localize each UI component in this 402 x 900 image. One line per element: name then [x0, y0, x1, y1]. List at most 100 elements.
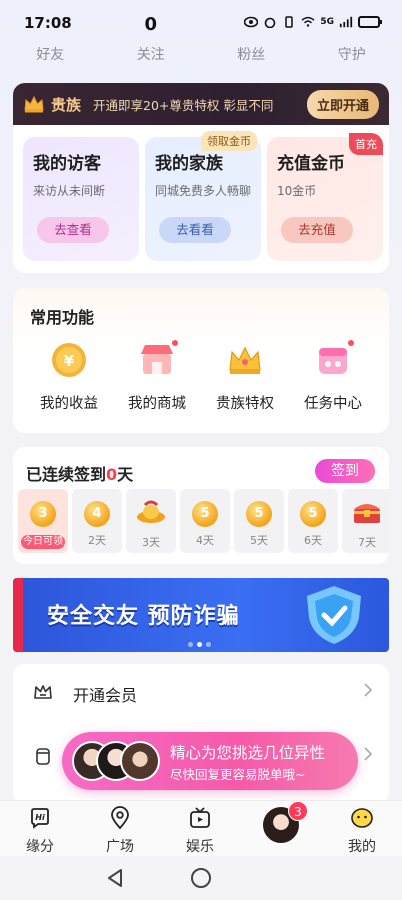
recharge-button[interactable]: 去充值 — [281, 217, 353, 243]
card-subtitle: 来访从未间断 — [33, 184, 106, 198]
svg-text:Hi: Hi — [35, 813, 45, 822]
new-dot — [347, 339, 355, 347]
signin-day[interactable]: 3 今日可领 — [18, 489, 68, 553]
noble-banner[interactable]: 贵族 开通即享20+尊贵特权 彰显不同 立即开通 — [13, 83, 389, 125]
stat-value — [201, 14, 302, 38]
gold-ingot-icon — [137, 500, 165, 523]
cup-icon — [36, 748, 50, 765]
func-task-center[interactable]: 任务中心 — [289, 339, 377, 413]
safety-banner[interactable]: 安全交友 预防诈骗 — [13, 578, 389, 652]
stat-friends[interactable]: 好友 — [0, 14, 101, 64]
stat-value: 0 — [144, 14, 158, 35]
stat-label: 粉丝 — [237, 47, 266, 63]
func-earnings[interactable]: ¥ 我的收益 — [25, 340, 113, 413]
view-family-button[interactable]: 去看看 — [159, 217, 231, 243]
list-item-membership[interactable]: 开通会员 — [13, 664, 389, 720]
day-label: 7天 — [358, 536, 376, 549]
recharge-card[interactable]: 首充 充值金币 10金币 去充值 — [267, 133, 383, 261]
tab-label: 娱乐 — [186, 839, 214, 855]
day-label: 3天 — [142, 536, 160, 549]
signin-day[interactable]: 5 5天 — [234, 489, 284, 553]
card-subtitle: 10金币 — [277, 184, 317, 198]
coin-icon: 5 — [300, 501, 326, 527]
chevron-right-icon — [364, 683, 373, 697]
stat-value — [0, 14, 101, 38]
bottom-tab-bar: Hi 缘分 广场 娱乐 3 我的 — [0, 800, 402, 856]
card-title: 我的访客 — [33, 154, 101, 174]
signin-suffix: 天 — [117, 465, 134, 484]
tab-fate[interactable]: Hi 缘分 — [10, 803, 70, 856]
day-label: 6天 — [304, 534, 322, 547]
banner-text: 安全交友 预防诈骗 — [47, 604, 240, 629]
crown-icon — [24, 95, 44, 113]
coin-yen-icon: ¥ — [49, 340, 89, 380]
func-noble-privileges[interactable]: 贵族特权 — [201, 340, 289, 413]
signin-panel: 已连续签到0天 签到 3 今日可领 4 2天 3天 5 4天 5 5天 5 6天 — [13, 447, 389, 564]
day-label: 今日可领 — [21, 535, 65, 549]
stat-fans[interactable]: 粉丝 — [201, 14, 302, 64]
svg-text:¥: ¥ — [64, 352, 75, 370]
signin-day[interactable]: 7天 — [342, 489, 389, 553]
system-nav-bar — [0, 856, 402, 900]
stat-following[interactable]: 0 关注 — [101, 14, 202, 64]
avatar — [120, 741, 160, 781]
func-label: 我的收益 — [40, 396, 98, 412]
signin-days: 3 今日可领 4 2天 3天 5 4天 5 5天 5 6天 7天 — [18, 489, 389, 553]
recommended-avatars — [72, 741, 160, 781]
func-label: 贵族特权 — [216, 396, 274, 412]
section-title: 常用功能 — [30, 308, 95, 327]
face-icon — [351, 808, 373, 828]
family-card[interactable]: 领取金币 我的家族 同城免费多人畅聊 去看看 — [145, 131, 261, 261]
coin-icon: 3 — [30, 501, 56, 527]
day-label: 5天 — [250, 534, 268, 547]
sign-in-button[interactable]: 签到 — [315, 459, 375, 483]
chevron-right-icon — [364, 747, 373, 761]
tab-square[interactable]: 广场 — [90, 803, 150, 856]
signin-prefix: 已连续签到 — [26, 465, 107, 484]
func-label: 我的商城 — [128, 396, 186, 412]
carousel-dot[interactable] — [188, 642, 193, 647]
home-icon[interactable] — [191, 868, 211, 888]
back-icon[interactable] — [106, 868, 124, 888]
stat-label: 守护 — [337, 47, 366, 63]
carousel-dot[interactable] — [197, 642, 202, 647]
crown-outline-icon — [34, 685, 52, 699]
hi-icon: Hi — [31, 808, 49, 829]
shield-check-icon — [307, 586, 361, 644]
open-noble-button[interactable]: 立即开通 — [306, 89, 379, 119]
signin-day[interactable]: 3天 — [126, 489, 176, 553]
common-functions: 常用功能 ¥ 我的收益 我的商城 贵族特权 任务中心 — [13, 288, 389, 433]
carousel-dot[interactable] — [206, 642, 211, 647]
recommendation-popup[interactable]: 精心为您挑选几位异性 尽快回复更容易脱单哦~ — [62, 732, 358, 790]
claim-coins-tag: 领取金币 — [201, 131, 257, 151]
signin-day[interactable]: 4 2天 — [72, 489, 122, 553]
day-label: 4天 — [196, 534, 214, 547]
coin-icon: 5 — [192, 501, 218, 527]
signin-day[interactable]: 5 6天 — [288, 489, 338, 553]
visitors-card[interactable]: 我的访客 来访从未间断 去查看 — [23, 137, 139, 261]
view-visitors-button[interactable]: 去查看 — [37, 217, 109, 243]
first-recharge-tag: 首充 — [349, 133, 383, 155]
carousel-dots — [188, 642, 211, 647]
feature-cards: 我的访客 来访从未间断 去查看 领取金币 我的家族 同城免费多人畅聊 去看看 首… — [13, 125, 389, 273]
stat-guardians[interactable]: 守护 — [302, 14, 402, 64]
tv-icon — [190, 807, 210, 828]
stat-label: 好友 — [36, 47, 65, 63]
func-shop[interactable]: 我的商城 — [113, 339, 201, 413]
tab-mine[interactable]: 我的 — [332, 803, 392, 856]
tab-entertainment[interactable]: 娱乐 — [170, 803, 230, 856]
list-label: 开通会员 — [73, 686, 138, 705]
day-label: 2天 — [88, 534, 106, 547]
profile-stats: 好友 0 关注 粉丝 守护 — [0, 14, 402, 64]
signin-count: 0 — [106, 465, 118, 484]
task-calendar-icon — [313, 339, 355, 380]
tab-label: 我的 — [348, 839, 376, 855]
signin-day[interactable]: 5 4天 — [180, 489, 230, 553]
stat-value — [302, 14, 402, 38]
treasure-chest-icon — [354, 504, 380, 523]
popup-title: 精心为您挑选几位异性 — [170, 744, 326, 762]
coin-icon: 5 — [246, 501, 272, 527]
popup-subtitle: 尽快回复更容易脱单哦~ — [170, 767, 306, 782]
card-title: 我的家族 — [155, 154, 223, 174]
stat-label: 关注 — [136, 47, 165, 63]
